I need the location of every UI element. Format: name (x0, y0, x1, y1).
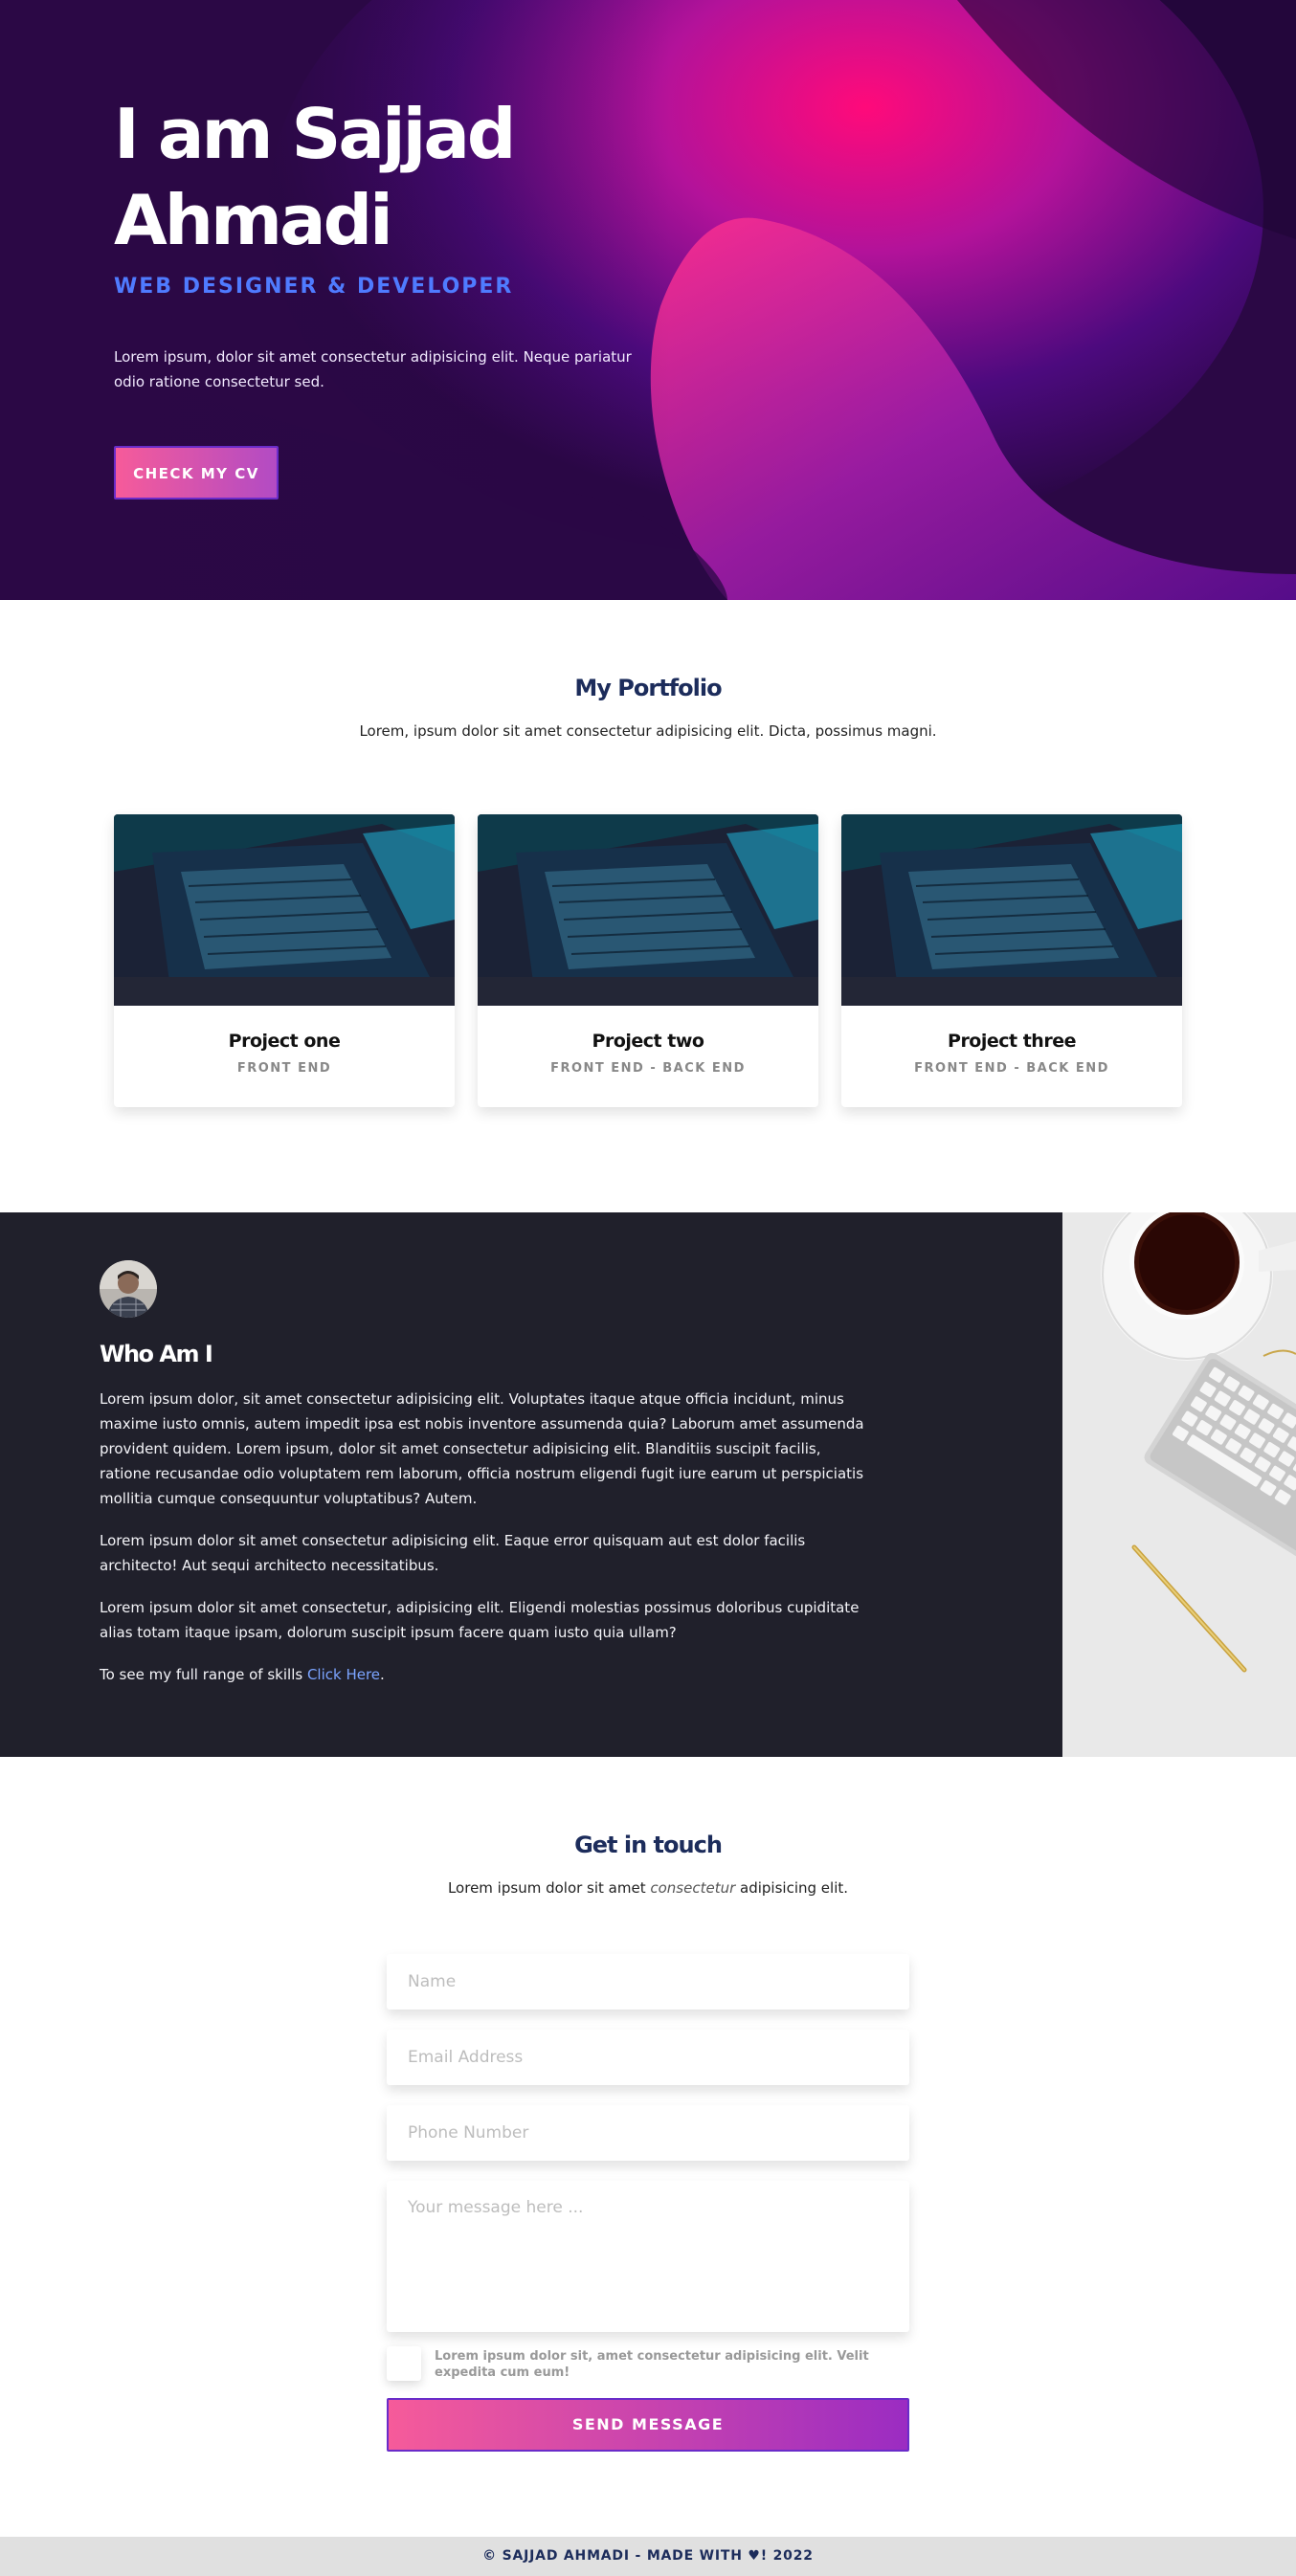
hero-role: WEB DESIGNER & DEVELOPER (114, 275, 514, 299)
check-cv-button[interactable]: CHECK MY CV (114, 446, 279, 500)
project-image (478, 814, 818, 1006)
about-section: Who Am I Lorem ipsum dolor, sit amet con… (0, 1212, 1296, 1757)
skills-line: To see my full range of skills Click Her… (100, 1662, 865, 1687)
send-message-button[interactable]: SEND MESSAGE (387, 2398, 909, 2452)
about-paragraph: Lorem ipsum dolor sit amet consectetur, … (100, 1599, 860, 1641)
project-image (114, 814, 455, 1006)
portfolio-section: My Portfolio Lorem, ipsum dolor sit amet… (0, 600, 1296, 1212)
phone-input[interactable] (387, 2105, 909, 2161)
contact-sub-text: Lorem ipsum dolor sit amet (447, 1879, 651, 1897)
contact-form: Lorem ipsum dolor sit, amet consectetur … (387, 1954, 909, 2452)
consent-text: Lorem ipsum dolor sit, amet consectetur … (435, 2349, 869, 2380)
project-card[interactable]: Project three FRONT END - BACK END (841, 814, 1182, 1107)
project-card[interactable]: Project two FRONT END - BACK END (478, 814, 818, 1107)
contact-sub-text-end: adipisicing elit. (735, 1879, 849, 1897)
consent-checkbox[interactable] (387, 2346, 421, 2381)
footer-text: © SAJJAD AHMADI - MADE WITH ♥! 2022 (482, 2548, 814, 2564)
project-title: Project one (228, 1031, 341, 1052)
project-title: Project two (592, 1031, 704, 1052)
portfolio-subtitle: Lorem, ipsum dolor sit amet consectetur … (359, 722, 937, 740)
portfolio-title: My Portfolio (574, 675, 722, 701)
consent-row: Lorem ipsum dolor sit, amet consectetur … (387, 2346, 909, 2381)
desk-photo (1062, 1212, 1296, 1757)
hero-intro: Lorem ipsum, dolor sit amet consectetur … (114, 348, 632, 390)
project-tag: FRONT END - BACK END (914, 1061, 1109, 1076)
email-input[interactable] (387, 2030, 909, 2085)
project-card[interactable]: Project one FRONT END (114, 814, 455, 1107)
project-image (841, 814, 1182, 1006)
skills-suffix: . (380, 1666, 385, 1683)
project-tag: FRONT END (236, 1061, 332, 1076)
about-paragraph: Lorem ipsum dolor, sit amet consectetur … (100, 1390, 864, 1507)
skills-prefix: To see my full range of skills (100, 1666, 307, 1683)
about-paragraph: Lorem ipsum dolor sit amet consectetur a… (100, 1532, 806, 1574)
contact-sub-emphasis: consectetur (650, 1879, 736, 1897)
hero-section: I am Sajjad Ahmadi WEB DESIGNER & DEVELO… (0, 0, 1296, 600)
avatar (100, 1260, 157, 1318)
project-title: Project three (948, 1031, 1076, 1052)
project-cards: Project one FRONT END Project two FRONT … (114, 814, 1182, 1107)
footer: © SAJJAD AHMADI - MADE WITH ♥! 2022 (0, 2537, 1296, 2576)
contact-title: Get in touch (574, 1832, 723, 1858)
skills-link[interactable]: Click Here (307, 1666, 380, 1683)
message-textarea[interactable] (387, 2181, 909, 2332)
hero-title: I am Sajjad Ahmadi (114, 94, 516, 260)
project-tag: FRONT END - BACK END (550, 1061, 746, 1076)
about-title: Who Am I (100, 1341, 213, 1367)
name-input[interactable] (387, 1954, 909, 2010)
contact-subtitle: Lorem ipsum dolor sit amet consectetur a… (0, 1879, 1296, 1897)
contact-section: Get in touch Lorem ipsum dolor sit amet … (0, 1757, 1296, 2523)
